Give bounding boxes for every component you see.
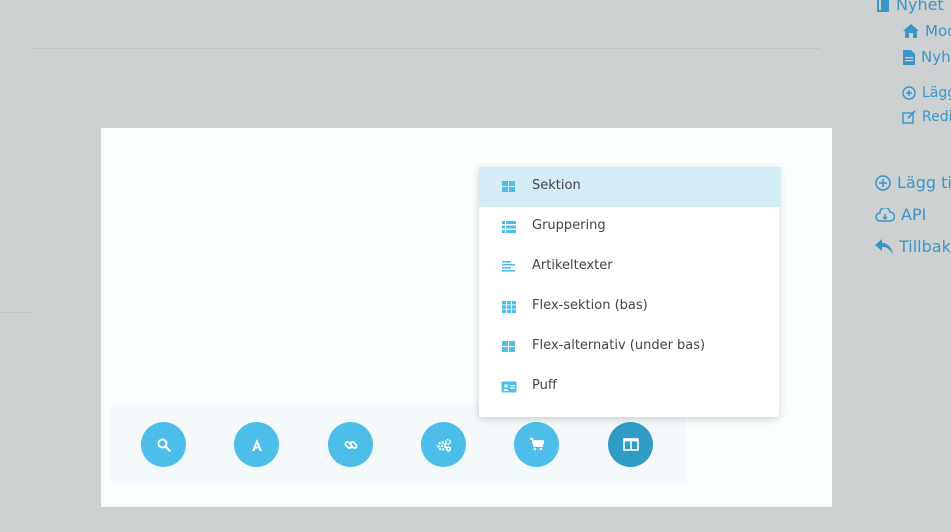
- link-button[interactable]: [328, 422, 373, 467]
- dropdown-menu: Sektion Gruppering Artikeltexter Flex-se…: [479, 167, 781, 417]
- plus-circle-icon: [902, 86, 916, 100]
- menu-item-sektion[interactable]: Sektion: [479, 167, 781, 207]
- font-button[interactable]: [234, 422, 279, 467]
- sidebar-item-lagg[interactable]: Lägg: [902, 85, 951, 101]
- list-icon: [502, 221, 516, 233]
- search-icon: [157, 438, 171, 452]
- menu-item-label: Puff: [532, 378, 557, 393]
- grid-2x2-icon: [502, 181, 515, 192]
- plus-circle-icon: [875, 174, 891, 191]
- sidebar-item-redig[interactable]: Redig: [902, 109, 951, 125]
- menu-item-puff[interactable]: Puff: [479, 367, 779, 407]
- cart-icon: [529, 438, 544, 451]
- link-icon: [344, 440, 357, 449]
- home-icon: [903, 24, 919, 38]
- align-left-icon: [502, 261, 515, 272]
- menu-item-flex-alternativ[interactable]: Flex-alternativ (under bas): [479, 327, 779, 367]
- book-icon: [877, 0, 889, 12]
- menu-item-label: Gruppering: [532, 218, 606, 233]
- sidebar-item-nyh[interactable]: Nyh: [903, 48, 951, 66]
- cogs-icon: [436, 438, 451, 452]
- divider-line: [32, 48, 820, 49]
- menu-item-gruppering[interactable]: Gruppering: [479, 207, 779, 247]
- menu-item-label: Sektion: [532, 178, 581, 193]
- reply-icon: [875, 238, 893, 255]
- cart-button[interactable]: [514, 422, 559, 467]
- menu-item-label: Flex-alternativ (under bas): [532, 338, 706, 353]
- font-icon: [251, 438, 262, 451]
- sidebar-item-lagg-ti[interactable]: Lägg ti: [875, 173, 951, 192]
- menu-item-label: Artikeltexter: [532, 258, 613, 273]
- document-icon: [903, 49, 915, 65]
- menu-item-artikeltexter[interactable]: Artikeltexter: [479, 247, 779, 287]
- columns-button[interactable]: [608, 422, 653, 467]
- columns-icon: [622, 438, 639, 451]
- sidebar-item-mod[interactable]: Mod: [903, 22, 951, 40]
- divider-line-left: [0, 312, 32, 313]
- cloud-download-icon: [875, 207, 895, 222]
- grid-2x2-icon: [502, 341, 515, 352]
- sidebar-item-nyhet[interactable]: Nyhet: [876, 0, 944, 14]
- sidebar-item-api[interactable]: API: [875, 205, 926, 224]
- grid-3x3-icon: [502, 301, 516, 314]
- menu-item-flex-sektion[interactable]: Flex-sektion (bas): [479, 287, 779, 327]
- id-card-icon: [501, 381, 517, 393]
- sidebar-item-tillbak[interactable]: Tillbak: [875, 237, 951, 256]
- search-button[interactable]: [141, 422, 186, 467]
- edit-icon: [902, 110, 916, 124]
- menu-item-label: Flex-sektion (bas): [532, 298, 648, 313]
- settings-button[interactable]: [421, 422, 466, 467]
